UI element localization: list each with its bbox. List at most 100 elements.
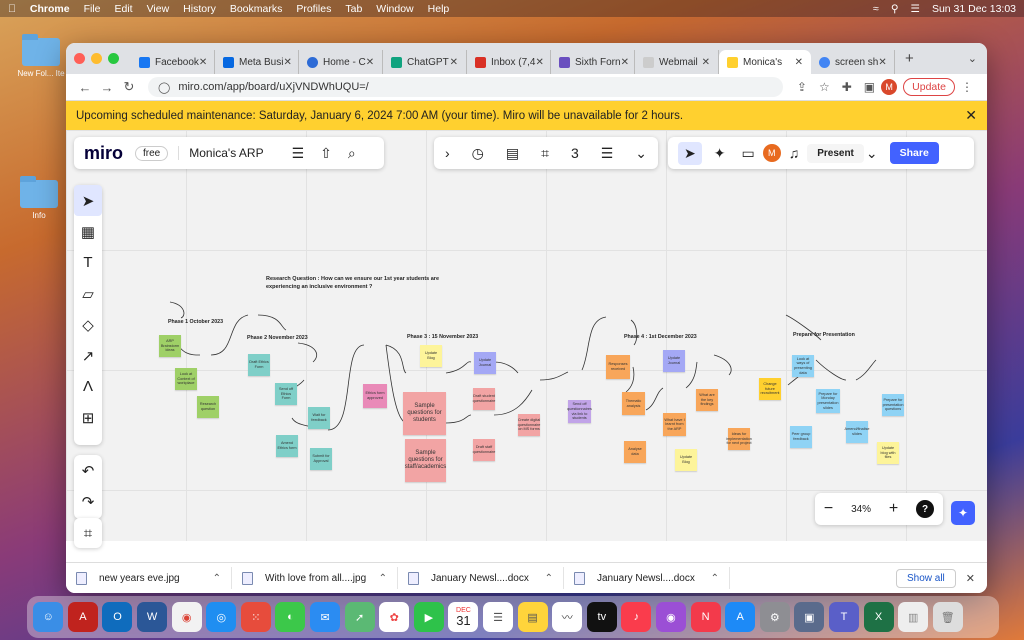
close-window-button[interactable] bbox=[74, 53, 85, 64]
chevron-up-icon[interactable]: ⌃ bbox=[379, 573, 387, 584]
tab-screen-shot[interactable]: screen sh ✕ bbox=[811, 50, 895, 74]
close-tab-icon[interactable]: ✕ bbox=[795, 57, 803, 68]
chrome-icon[interactable]: ◉ bbox=[171, 602, 202, 632]
back-arrow-icon[interactable]: ← bbox=[74, 80, 96, 95]
menu-help[interactable]: Help bbox=[428, 3, 450, 15]
profile-avatar[interactable]: M bbox=[881, 79, 898, 95]
clock[interactable]: Sun 31 Dec 13:03 bbox=[932, 3, 1016, 15]
sticky-note[interactable]: Send off Ethics Form bbox=[275, 383, 297, 405]
sticky-note[interactable]: Amend Ethics form bbox=[276, 435, 298, 457]
sticky-note[interactable]: What have I learnt from the ARP bbox=[663, 413, 686, 436]
sticky-note[interactable]: Peer group feedback bbox=[790, 426, 812, 448]
sticky-note[interactable]: Wait for feedback bbox=[308, 407, 330, 429]
ai-assist-icon[interactable]: ✦ bbox=[951, 501, 975, 525]
sticky-note[interactable]: Create digital questionnaire on MS forms bbox=[518, 414, 540, 436]
teams-icon[interactable]: T bbox=[828, 602, 859, 632]
sticky-note[interactable]: ARP Brainstorm ideas bbox=[159, 335, 181, 357]
help-icon[interactable]: ? bbox=[916, 500, 935, 518]
sticky-note[interactable]: Draft Ethics Form bbox=[248, 354, 270, 376]
chevron-up-icon[interactable]: ⌃ bbox=[711, 573, 719, 584]
preview-icon[interactable]: ▣ bbox=[794, 602, 825, 632]
menu-history[interactable]: History bbox=[183, 3, 216, 15]
apple-icon[interactable]:  bbox=[8, 3, 16, 15]
zoom-window-button[interactable] bbox=[108, 53, 119, 64]
url-bar[interactable]: ◯ miro.com/app/board/uXjVNDWhUQU=/ bbox=[148, 77, 783, 97]
maps-icon[interactable]: ➚ bbox=[344, 602, 375, 632]
tab-home[interactable]: Home - C ✕ bbox=[299, 50, 383, 74]
podcasts-icon[interactable]: ◉ bbox=[655, 602, 686, 632]
tab-meta-business[interactable]: Meta Busi ✕ bbox=[215, 50, 299, 74]
tab-inbox[interactable]: Inbox (7,4 ✕ bbox=[467, 50, 551, 74]
close-tab-icon[interactable]: ✕ bbox=[199, 57, 207, 68]
finder-icon[interactable]: ☺ bbox=[33, 602, 64, 632]
sticky-note[interactable]: Update Blog bbox=[675, 449, 697, 471]
sticky-note[interactable]: Update Journal bbox=[474, 352, 496, 374]
close-tab-icon[interactable]: ✕ bbox=[702, 57, 710, 68]
tab-chatgpt[interactable]: ChatGPT ✕ bbox=[383, 50, 467, 74]
app-store-icon[interactable]: A bbox=[725, 602, 756, 632]
zoom-level[interactable]: 34% bbox=[851, 504, 871, 515]
extensions-icon[interactable]: ✚ bbox=[842, 80, 852, 94]
tab-webmail[interactable]: Webmail ✕ bbox=[635, 50, 719, 74]
menu-tab[interactable]: Tab bbox=[345, 3, 362, 15]
new-tab-button[interactable]: + bbox=[905, 50, 914, 67]
show-all-downloads-button[interactable]: Show all bbox=[895, 568, 956, 588]
launchpad-icon[interactable]: ⁙ bbox=[240, 602, 271, 632]
sticky-note[interactable]: Responses received bbox=[606, 355, 630, 379]
sticky-note[interactable]: Update Blog bbox=[420, 345, 442, 367]
menu-file[interactable]: File bbox=[84, 3, 101, 15]
system-settings-icon[interactable]: ⚙ bbox=[759, 602, 790, 632]
sticky-note[interactable]: Sample questions for students bbox=[403, 392, 446, 435]
apple-tv-icon[interactable]: tv bbox=[586, 602, 617, 632]
phase-2-heading[interactable]: Phase 2 November 2023 bbox=[247, 335, 308, 341]
safari-icon[interactable]: ◎ bbox=[206, 602, 237, 632]
chevron-up-icon[interactable]: ⌃ bbox=[213, 573, 221, 584]
sticky-note[interactable]: Thematic analysis bbox=[622, 392, 645, 415]
messages-icon[interactable]: ◐ bbox=[275, 602, 306, 632]
miro-board-canvas[interactable]: miro free Monica's ARP ☰ ⇧ ⌕ › ◷ ▤ ⌗ 3 ☰… bbox=[66, 130, 987, 548]
sticky-note[interactable]: Update Journal bbox=[663, 350, 685, 372]
sticky-note[interactable]: Change future recruitment bbox=[759, 378, 781, 400]
facetime-icon[interactable]: ▶ bbox=[413, 602, 444, 632]
download-item[interactable]: new years eve.jpg ⌃ bbox=[66, 567, 232, 589]
sticky-note[interactable]: Look at ways of presenting data bbox=[792, 355, 814, 377]
freeform-icon[interactable]: 〰 bbox=[552, 602, 583, 632]
desktop-folder[interactable]: New Fol... Ite bbox=[16, 34, 66, 78]
tab-search-chevron-icon[interactable]: ⌄ bbox=[968, 52, 977, 65]
trash-icon[interactable]: 🗑 bbox=[932, 602, 963, 632]
sticky-note[interactable]: What are the key findings bbox=[696, 389, 718, 411]
zoom-in-icon[interactable]: + bbox=[889, 500, 898, 518]
close-tab-icon[interactable]: ✕ bbox=[366, 57, 374, 68]
sticky-note[interactable]: Research question bbox=[197, 396, 219, 418]
chevron-up-icon[interactable]: ⌃ bbox=[545, 573, 553, 584]
tab-sixth-form[interactable]: Sixth Forn ✕ bbox=[551, 50, 635, 74]
minimize-window-button[interactable] bbox=[91, 53, 102, 64]
close-banner-icon[interactable]: ✕ bbox=[965, 107, 977, 124]
zoom-out-icon[interactable]: − bbox=[824, 500, 833, 518]
sticky-note[interactable]: Amend/finalise slides bbox=[845, 421, 869, 443]
download-item[interactable]: With love from all....jpg ⌃ bbox=[232, 567, 398, 589]
sticky-note[interactable]: Ethics form approved bbox=[363, 384, 387, 408]
sticky-note[interactable]: Prepare for Monday presentation slides bbox=[816, 389, 840, 413]
wifi-icon[interactable]: ≈ bbox=[873, 3, 879, 15]
close-tab-icon[interactable]: ✕ bbox=[621, 57, 629, 68]
tab-facebook[interactable]: Facebook ✕ bbox=[131, 50, 215, 74]
sticky-note[interactable]: Draft student questionnaire bbox=[473, 388, 495, 410]
bookmark-star-icon[interactable]: ☆ bbox=[819, 80, 830, 94]
research-question-text[interactable]: Research Question : How can we ensure ou… bbox=[266, 276, 456, 291]
sticky-note[interactable]: Draft staff questionnaire bbox=[473, 439, 495, 461]
phase-3-heading[interactable]: Phase 3 : 15 November 2023 bbox=[407, 334, 478, 340]
news-icon[interactable]: N bbox=[690, 602, 721, 632]
photos-icon[interactable]: ✿ bbox=[379, 602, 410, 632]
menu-edit[interactable]: Edit bbox=[114, 3, 132, 15]
search-icon[interactable]: ⚲ bbox=[891, 3, 899, 15]
kebab-menu-icon[interactable]: ⋮ bbox=[961, 80, 973, 94]
sticky-note[interactable]: Send off questionnaires via link to stud… bbox=[567, 400, 592, 423]
sticky-note[interactable]: Sample questions for staff/academics bbox=[405, 439, 446, 482]
menu-window[interactable]: Window bbox=[376, 3, 413, 15]
sticky-note[interactable]: Look at Context of workplace bbox=[175, 368, 197, 390]
phase-4-heading[interactable]: Phase 4 : 1st December 2023 bbox=[624, 334, 697, 340]
forward-arrow-icon[interactable]: → bbox=[96, 80, 118, 95]
menu-bookmarks[interactable]: Bookmarks bbox=[230, 3, 283, 15]
share-page-icon[interactable]: ⇪ bbox=[797, 80, 807, 94]
